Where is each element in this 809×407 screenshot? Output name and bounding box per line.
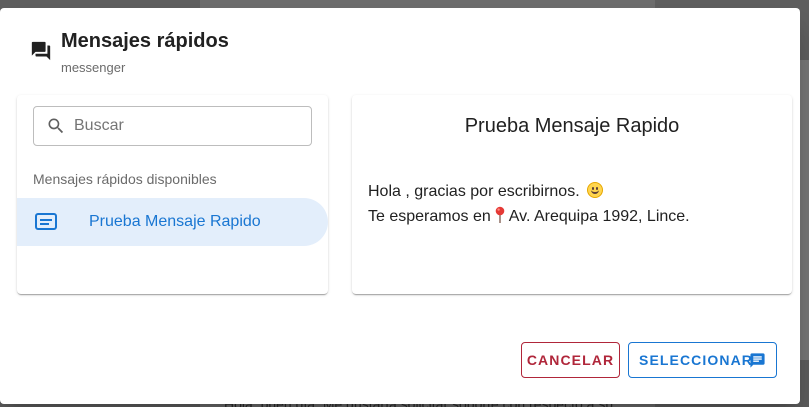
- backdrop-right-panel: [800, 60, 809, 360]
- search-box[interactable]: [33, 106, 312, 146]
- list-item-label: Prueba Mensaje Rapido: [89, 213, 261, 230]
- preview-line-2-prefix: Te esperamos en: [368, 208, 491, 225]
- preview-line-2-suffix: Av. Arequipa 1992, Lince.: [508, 208, 690, 225]
- preview-title: Prueba Mensaje Rapido: [464, 115, 680, 137]
- dialog-title: Mensajes rápidos: [61, 30, 229, 52]
- forum-icon: [31, 41, 51, 61]
- message-lines-icon: [35, 213, 57, 230]
- select-button-label: SELECCIONAR: [639, 352, 753, 368]
- select-button[interactable]: SELECCIONAR: [628, 342, 777, 378]
- preview-line-1-text: Hola , gracias por escribirnos.: [368, 183, 580, 200]
- list-section-label: Mensajes rápidos disponibles: [33, 171, 217, 187]
- search-input[interactable]: [74, 107, 304, 145]
- search-icon: [48, 118, 64, 134]
- preview-body: Hola , gracias por escribirnos. Te esper…: [368, 179, 690, 229]
- smile-emoji-icon: [587, 182, 604, 198]
- quick-messages-dialog: Mensajes rápidos messenger Mensajes rápi…: [0, 8, 800, 404]
- dialog-subtitle: messenger: [61, 60, 126, 75]
- list-item-prueba-mensaje-rapido[interactable]: Prueba Mensaje Rapido: [17, 198, 328, 246]
- preview-line-2: Te esperamos en Av. Arequipa 1992, Lince…: [368, 204, 690, 229]
- round-pushpin-icon: [495, 206, 505, 223]
- chat-icon: [750, 353, 765, 368]
- cancel-button[interactable]: CANCELAR: [521, 342, 620, 378]
- preview-line-1: Hola , gracias por escribirnos.: [368, 179, 690, 204]
- message-preview-panel: Prueba Mensaje Rapido Hola , gracias por…: [352, 95, 792, 294]
- message-list-panel: Mensajes rápidos disponibles Prueba Mens…: [17, 95, 328, 294]
